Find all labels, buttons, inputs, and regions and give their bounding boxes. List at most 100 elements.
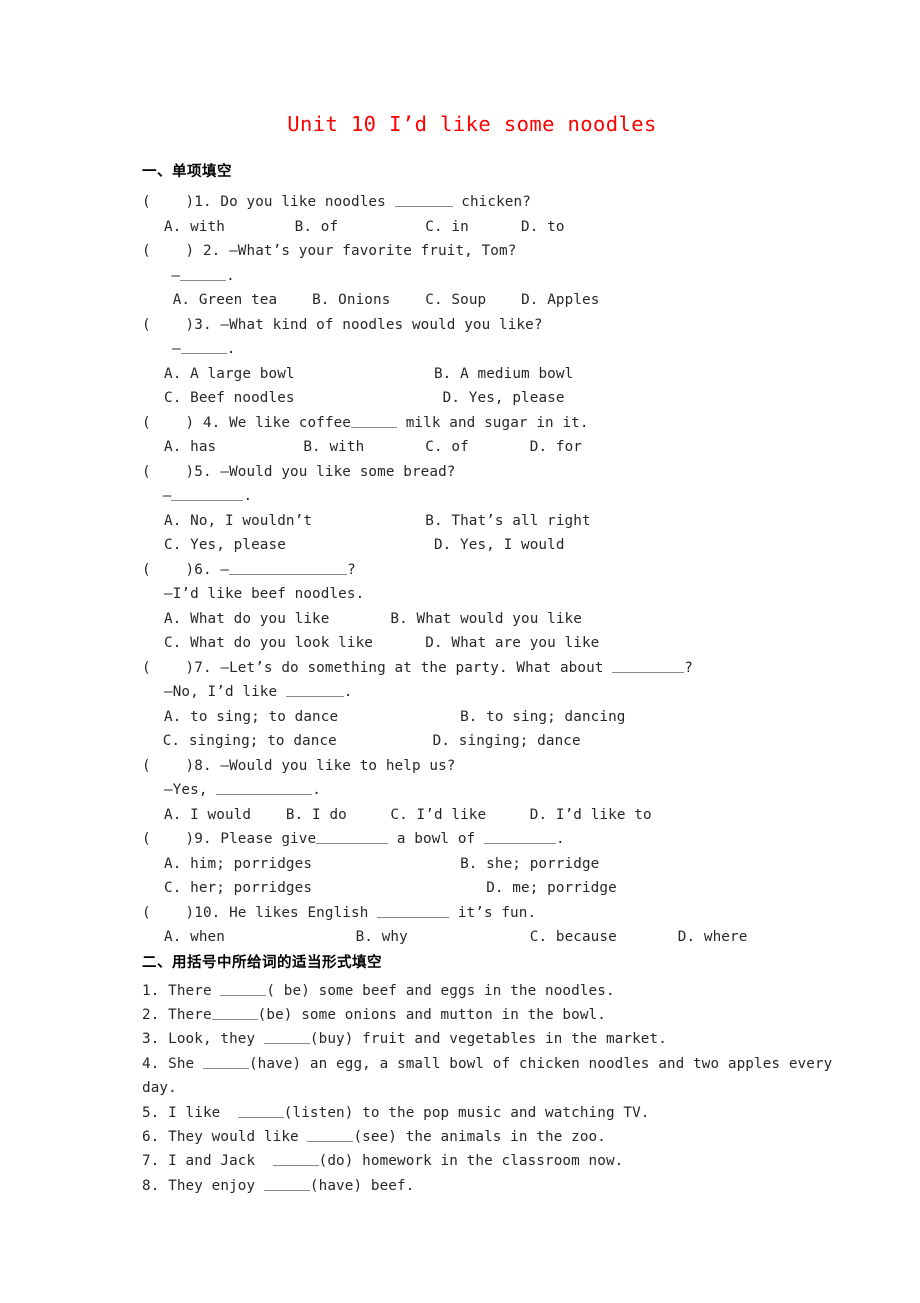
question-5-answer-end: . — [243, 488, 253, 505]
question-8-text: —Would you like to help us? — [211, 757, 456, 774]
question-6-options-row-1: A. What do you like B. What would you li… — [142, 607, 842, 632]
question-4-marker: ( ) 4. — [142, 414, 221, 431]
section-two-items: 1. There ( be) some beef and eggs in the… — [142, 979, 842, 1199]
option-c: C. singing; to dance — [162, 733, 337, 750]
question-4-stem: ( ) 4. We like coffee milk and sugar in … — [142, 411, 842, 436]
document-body: Unit 10 I’d like some noodles 一、单项填空 ( )… — [142, 112, 842, 1198]
question-3-text: —What kind of noodles would you like? — [211, 316, 543, 333]
question-3-blank — [180, 339, 227, 355]
option-d: D. I’d like to — [529, 806, 652, 823]
question-7-options-row-2: C. singing; to dance D. singing; dance — [142, 729, 842, 754]
question-6-blank — [229, 560, 348, 575]
option-a: A. A large bowl — [164, 365, 295, 382]
question-9-options-row-2: C. her; porridges D. me; porridge — [142, 876, 842, 901]
option-a: A. him; porridges — [164, 855, 313, 872]
fill-item-7-blank — [272, 1152, 319, 1167]
fill-item-6-after: (see) the animals in the zoo. — [353, 1128, 606, 1145]
question-4-blank — [351, 413, 397, 428]
fill-item-1-number: 1. — [142, 982, 160, 999]
section-one-questions: ( )1. Do you like noodles chicken? A. wi… — [142, 190, 842, 950]
question-5-text: —Would you like some bread? — [211, 463, 456, 480]
question-8-marker: ( )8. — [142, 757, 212, 774]
option-d: D. singing; dance — [432, 733, 581, 750]
question-5-blank — [171, 486, 244, 502]
question-8-reply: —Yes, . — [142, 778, 842, 803]
question-7-marker: ( )7. — [142, 659, 212, 676]
question-5-marker: ( )5. — [142, 463, 212, 480]
question-1-options: A. with B. of C. in D. to — [142, 215, 842, 240]
question-6-options-row-2: C. What do you look like D. What are you… — [142, 631, 842, 656]
option-c: C. because — [529, 929, 617, 946]
question-10-stem: ( )10. He likes English it’s fun. — [142, 901, 842, 926]
option-d: D. Yes, please — [442, 390, 565, 407]
question-1-marker: ( )1. — [142, 194, 212, 211]
document-page: Unit 10 I’d like some noodles 一、单项填空 ( )… — [0, 0, 920, 1303]
option-c: C. Soup — [425, 292, 487, 309]
question-8-reply-after: . — [312, 782, 321, 799]
fill-item-5: 5. I like (listen) to the pop music and … — [142, 1101, 842, 1125]
option-b: B. I do — [285, 806, 347, 823]
option-c: C. I’d like — [390, 806, 487, 823]
fill-item-2: 2. There (be) some onions and mutton in t… — [142, 1003, 842, 1027]
question-5-options-row-1: A. No, I wouldn’t B. That’s all right — [142, 509, 842, 534]
question-7-options-row-1: A. to sing; to dance B. to sing; dancing — [142, 705, 842, 730]
question-9-blank-1 — [316, 829, 389, 845]
question-7-text-before: —Let’s do something at the party. What a… — [211, 659, 613, 676]
question-5-options-row-2: C. Yes, please D. Yes, I would — [142, 533, 842, 558]
option-d: D. What are you like — [425, 635, 600, 652]
option-b: B. why — [355, 929, 408, 946]
question-1-blank — [394, 192, 453, 208]
option-a: A. with — [164, 218, 225, 235]
option-d: D. where — [677, 929, 748, 946]
option-c: C. What do you look like — [164, 635, 373, 652]
fill-item-8: 8. They enjoy (have) beef. — [142, 1174, 842, 1198]
fill-item-3: 3. Look, they (buy) fruit and vegetables… — [142, 1027, 842, 1051]
question-8-stem: ( )8. —Would you like to help us? — [142, 754, 842, 779]
option-c: C. of — [425, 439, 469, 456]
question-5-answer-dash: — — [162, 488, 172, 505]
section-one-heading: 一、单项填空 — [142, 164, 232, 180]
question-6-reply: —I’d like beef noodles. — [164, 586, 365, 603]
question-9-stem: ( )9. Please give a bowl of . — [142, 827, 842, 852]
question-7-blank-1 — [612, 658, 685, 673]
fill-item-4: 4. She (have) an egg, a small bowl of ch… — [142, 1052, 842, 1101]
option-b: B. of — [294, 218, 339, 235]
option-c: C. Beef noodles — [164, 390, 295, 407]
fill-item-3-blank — [263, 1030, 310, 1045]
question-7-text-after: ? — [684, 659, 693, 676]
question-7-reply-after: . — [343, 684, 353, 701]
question-5-stem: ( )5. —Would you like some bread? — [142, 460, 842, 485]
option-b: B. That’s all right — [425, 512, 591, 529]
fill-item-8-after: (have) beef. — [309, 1177, 415, 1194]
question-2-blank — [180, 266, 227, 281]
question-10-text-after: it’s fun. — [449, 904, 537, 921]
fill-item-5-before: I like — [159, 1104, 238, 1121]
fill-item-3-number: 3. — [142, 1031, 160, 1048]
question-3-marker: ( )3. — [142, 316, 212, 333]
option-c: C. Yes, please — [164, 537, 286, 554]
question-7-stem: ( )7. —Let’s do something at the party. … — [142, 656, 842, 681]
fill-item-8-number: 8. — [142, 1177, 160, 1194]
option-c: C. her; porridges — [164, 880, 313, 897]
option-a: A. I would — [164, 806, 252, 823]
question-2-answer-dash: — — [171, 267, 181, 284]
question-2-options: A. Green tea B. Onions C. Soup D. Apples — [142, 288, 842, 313]
fill-item-7-after: (do) homework in the classroom now. — [318, 1153, 624, 1170]
question-8-options: A. I would B. I do C. I’d like D. I’d li… — [142, 803, 842, 828]
fill-item-7-before: I and Jack — [159, 1153, 273, 1170]
question-4-text-after: milk and sugar in it. — [397, 414, 589, 431]
fill-item-1: 1. There ( be) some beef and eggs in the… — [142, 979, 842, 1003]
question-5-answer: —. — [142, 484, 842, 509]
option-a: A. when — [164, 929, 225, 946]
question-9-text-before: Please give — [211, 831, 317, 848]
question-2-answer-end: . — [226, 267, 235, 284]
question-3-answer: —. — [142, 337, 842, 362]
question-2-text: —What’s your favorite fruit, Tom? — [220, 243, 517, 260]
option-a: A. Green tea — [172, 292, 278, 309]
question-6-text-after: ? — [347, 561, 356, 578]
fill-item-2-before: There — [159, 1006, 212, 1023]
question-10-text-before: He likes English — [220, 904, 378, 921]
fill-item-5-number: 5. — [142, 1104, 160, 1121]
question-3-answer-end: . — [226, 341, 236, 358]
question-2-marker: ( ) 2. — [142, 243, 221, 260]
